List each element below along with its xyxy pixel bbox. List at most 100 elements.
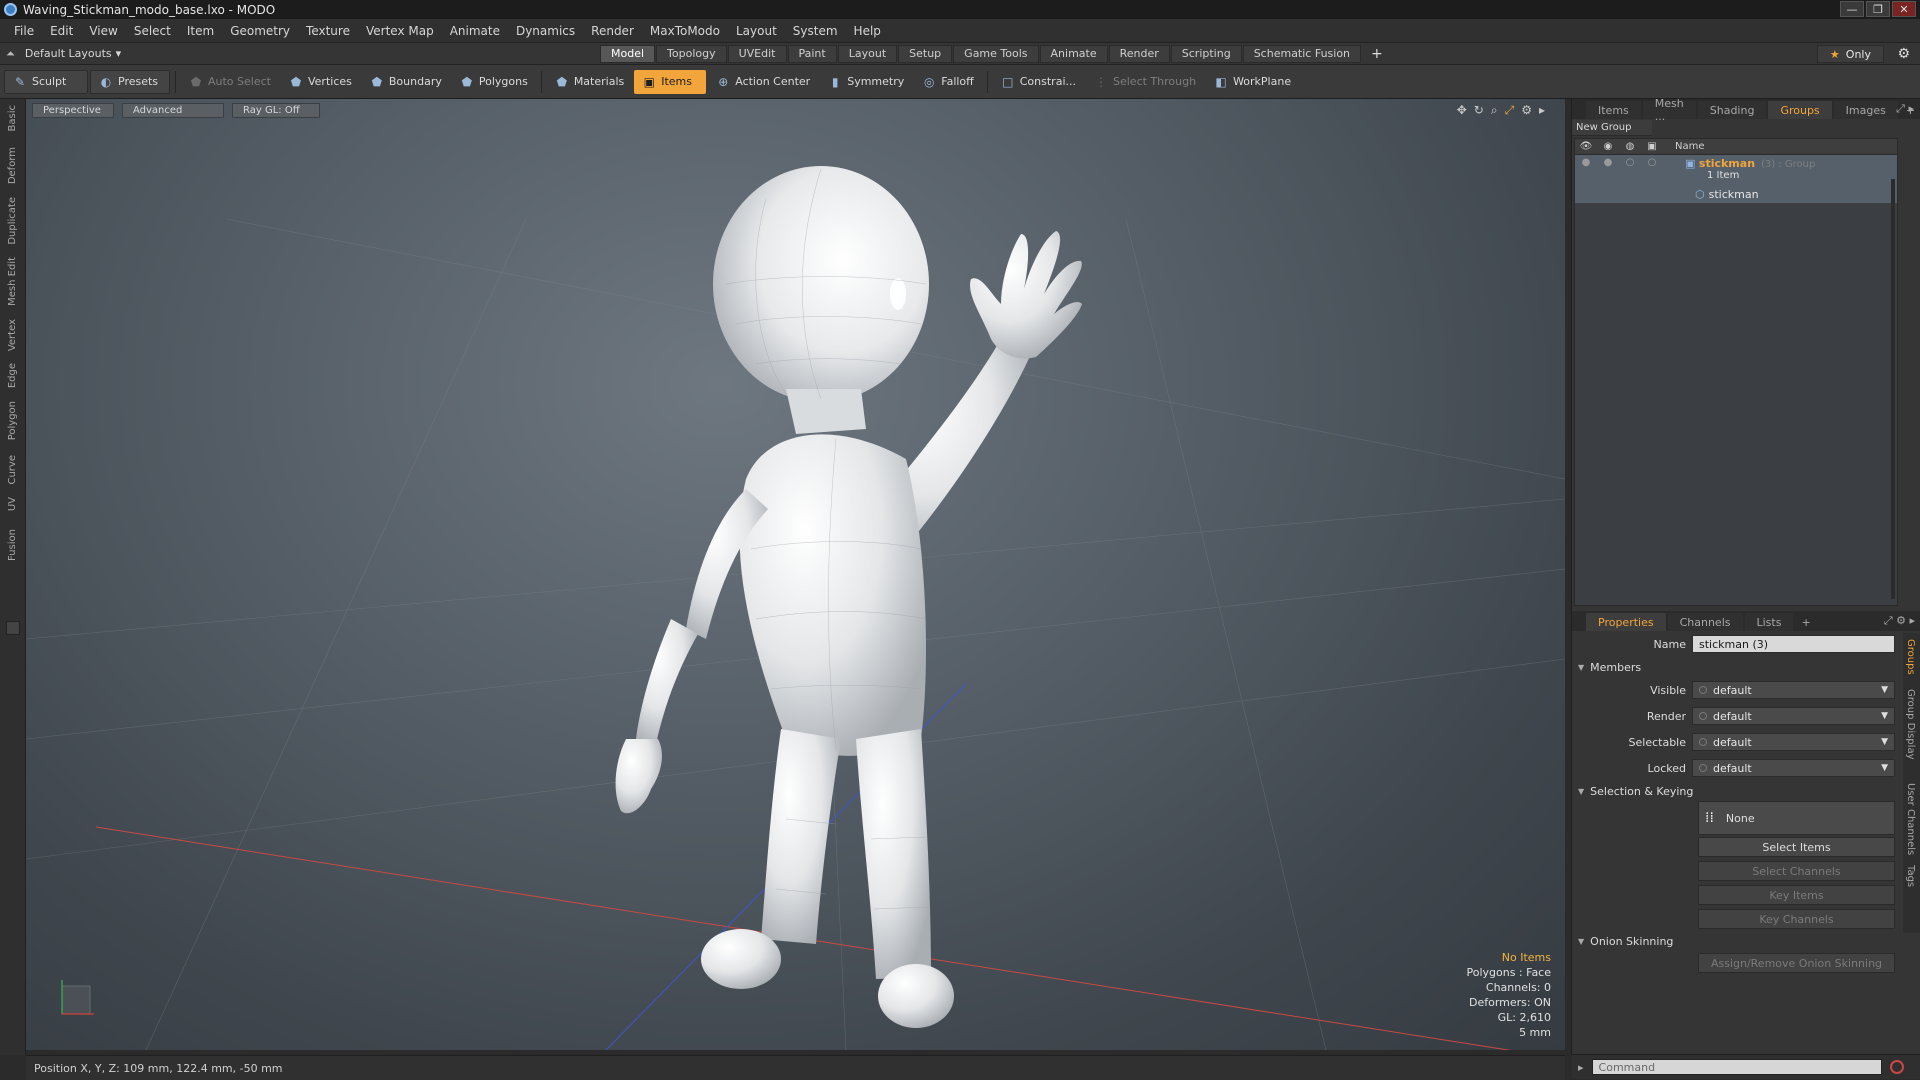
- key-items-button[interactable]: Key Items: [1698, 885, 1895, 905]
- viewport-menu-icon[interactable]: ▸: [1539, 103, 1545, 118]
- visibility-toggle[interactable]: ●: [1575, 157, 1597, 168]
- render-icon[interactable]: ◉: [1597, 141, 1619, 152]
- name-input[interactable]: stickman (3): [1692, 635, 1895, 653]
- maximize-button[interactable]: ❐: [1866, 1, 1890, 17]
- close-button[interactable]: ✕: [1892, 1, 1916, 17]
- side-tab-user-channels[interactable]: User Channels: [1905, 783, 1916, 855]
- materials-mode-button[interactable]: ⬟ Materials: [547, 70, 632, 94]
- eye-icon[interactable]: 👁: [1575, 141, 1597, 152]
- menu-texture[interactable]: Texture: [298, 24, 358, 38]
- menu-edit[interactable]: Edit: [42, 24, 81, 38]
- tab-images[interactable]: Images: [1833, 101, 1898, 119]
- tab-lists[interactable]: Lists: [1744, 613, 1794, 631]
- view-mode-button[interactable]: Perspective: [32, 103, 114, 118]
- side-tab-groups[interactable]: Groups: [1905, 639, 1916, 675]
- workplane-button[interactable]: ◧ WorkPlane: [1206, 70, 1299, 94]
- tab-mesh[interactable]: Mesh ...: [1642, 97, 1696, 123]
- palette-tab-uv[interactable]: UV: [4, 497, 22, 511]
- menu-view[interactable]: View: [81, 24, 125, 38]
- menu-render[interactable]: Render: [583, 24, 642, 38]
- palette-tab-deform[interactable]: Deform: [4, 147, 22, 184]
- selection-keying-section[interactable]: ▼ Selection & Keying: [1572, 781, 1920, 801]
- keying-none-button[interactable]: ⁞⁞ None: [1698, 801, 1895, 835]
- layout-selector[interactable]: ⏶ Default Layouts ▾: [0, 47, 600, 61]
- viewport-settings-icon[interactable]: ⚙: [1521, 103, 1532, 118]
- tab-paint[interactable]: Paint: [787, 44, 837, 63]
- select-toggle[interactable]: ○: [1619, 157, 1641, 168]
- palette-tab-fusion[interactable]: Fusion: [4, 529, 22, 561]
- members-section[interactable]: ▼ Members: [1572, 657, 1920, 677]
- select-channels-button[interactable]: Select Channels: [1698, 861, 1895, 881]
- tree-scrollbar[interactable]: [1891, 179, 1895, 599]
- tab-items[interactable]: Items: [1586, 101, 1641, 119]
- vertices-mode-button[interactable]: ⬟ Vertices: [281, 70, 360, 94]
- palette-tab-curve[interactable]: Curve: [4, 455, 22, 485]
- select-through-button[interactable]: ⋮ Select Through: [1086, 70, 1204, 94]
- add-tab-button[interactable]: +: [1361, 46, 1393, 62]
- command-input[interactable]: Command: [1591, 1059, 1882, 1075]
- side-tab-tags[interactable]: Tags: [1905, 865, 1916, 887]
- palette-tab-polygon[interactable]: Polygon: [4, 401, 22, 440]
- zoom-icon[interactable]: ⌕: [1491, 103, 1498, 118]
- constraints-button[interactable]: □ Constrai...: [993, 70, 1084, 94]
- side-tab-group-display[interactable]: Group Display: [1905, 689, 1916, 759]
- palette-tab-edge[interactable]: Edge: [4, 363, 22, 388]
- menu-system[interactable]: System: [785, 24, 846, 38]
- gear-icon[interactable]: ⚙: [1897, 46, 1910, 62]
- render-toggle[interactable]: ●: [1597, 157, 1619, 168]
- properties-options-icon[interactable]: ⤢ ⚙ ▸: [1884, 614, 1915, 628]
- auto-select-button[interactable]: ⬟ Auto Select: [181, 70, 279, 94]
- record-macro-icon[interactable]: [1889, 1060, 1904, 1074]
- menu-file[interactable]: File: [6, 24, 42, 38]
- panel-options-icon[interactable]: ⤢ ▸: [1896, 102, 1914, 116]
- tab-properties[interactable]: Properties: [1586, 613, 1666, 631]
- select-items-button[interactable]: Select Items: [1698, 837, 1895, 857]
- group-row-stickman[interactable]: ● ● ○ ○ ▣ stickman (3) : Group 1 Item: [1575, 155, 1897, 185]
- onion-skinning-section[interactable]: ▼ Onion Skinning: [1572, 931, 1920, 951]
- tree-row-stickman-mesh[interactable]: ⬡ stickman: [1575, 185, 1897, 203]
- menu-item[interactable]: Item: [179, 24, 222, 38]
- symmetry-button[interactable]: ▮ Symmetry: [820, 70, 912, 94]
- menu-geometry[interactable]: Geometry: [222, 24, 298, 38]
- tab-render[interactable]: Render: [1108, 44, 1170, 63]
- falloff-button[interactable]: ◎ Falloff: [914, 70, 981, 94]
- tab-topology[interactable]: Topology: [656, 44, 727, 63]
- tab-uvedit[interactable]: UVEdit: [727, 44, 787, 63]
- rotate-icon[interactable]: ↻: [1474, 103, 1484, 118]
- fit-icon[interactable]: ⤢: [1505, 103, 1515, 118]
- sculpt-button[interactable]: ✎ Sculpt: [4, 69, 88, 94]
- only-toggle[interactable]: ★ Only: [1816, 45, 1884, 63]
- tab-shading[interactable]: Shading: [1697, 101, 1767, 119]
- key-channels-button[interactable]: Key Channels: [1698, 909, 1895, 929]
- menu-vertex-map[interactable]: Vertex Map: [358, 24, 442, 38]
- menu-select[interactable]: Select: [126, 24, 179, 38]
- palette-expand-button[interactable]: [6, 621, 20, 635]
- tab-groups[interactable]: Groups: [1768, 101, 1832, 119]
- menu-maxtomodo[interactable]: MaxToModo: [642, 24, 728, 38]
- tab-channels[interactable]: Channels: [1667, 613, 1743, 631]
- visible-dropdown[interactable]: default ▼: [1692, 681, 1895, 699]
- select-lock-icon[interactable]: ◍: [1619, 141, 1641, 152]
- raygl-button[interactable]: Ray GL: Off: [232, 103, 320, 118]
- presets-button[interactable]: ◐ Presets: [90, 69, 170, 94]
- action-center-button[interactable]: ⊕ Action Center: [708, 70, 818, 94]
- advanced-shading-button[interactable]: Advanced: [122, 103, 224, 118]
- palette-tab-duplicate[interactable]: Duplicate: [4, 197, 22, 245]
- tab-schematic-fusion[interactable]: Schematic Fusion: [1242, 44, 1362, 63]
- menu-animate[interactable]: Animate: [442, 24, 508, 38]
- stickman-mesh[interactable]: [615, 166, 1082, 1028]
- minimize-button[interactable]: —: [1840, 1, 1864, 17]
- menu-help[interactable]: Help: [846, 24, 889, 38]
- tab-model[interactable]: Model: [600, 44, 656, 63]
- render-dropdown[interactable]: default ▼: [1692, 707, 1895, 725]
- palette-tab-vertex[interactable]: Vertex: [4, 319, 22, 351]
- tab-scripting[interactable]: Scripting: [1170, 44, 1242, 63]
- tab-game-tools[interactable]: Game Tools: [953, 44, 1039, 63]
- layout-collapse-icon[interactable]: ⏶: [6, 47, 15, 61]
- items-mode-button[interactable]: ▣ Items: [634, 69, 707, 94]
- selectable-dropdown[interactable]: default ▼: [1692, 733, 1895, 751]
- lock-icon[interactable]: ▣: [1641, 141, 1663, 152]
- tab-animate[interactable]: Animate: [1039, 44, 1108, 63]
- new-group-button[interactable]: New Group: [1572, 120, 1652, 136]
- command-expand-icon[interactable]: ▸: [1578, 1061, 1584, 1074]
